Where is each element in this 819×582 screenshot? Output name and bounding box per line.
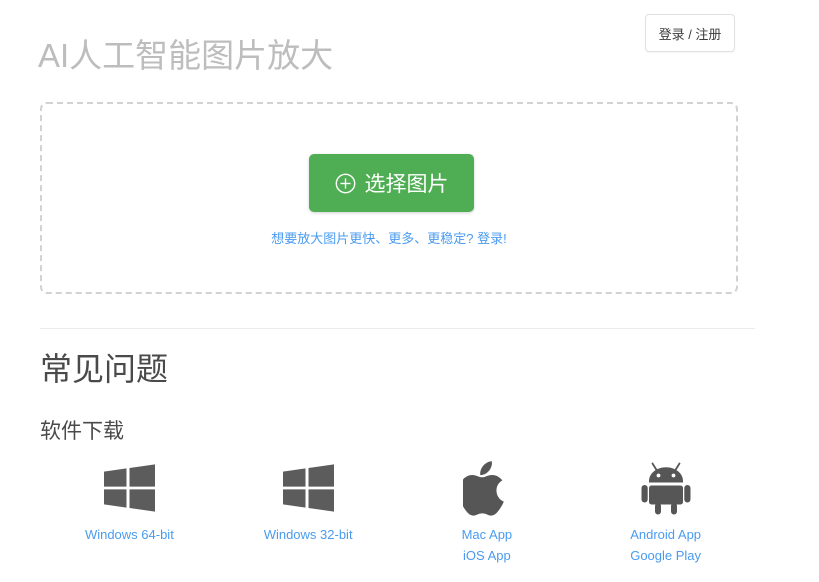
download-link[interactable]: iOS App [463, 548, 511, 563]
download-links-windows-32: Windows 32-bit [264, 527, 353, 542]
windows-logo-icon [281, 460, 336, 516]
login-register-label: 登录 / 注册 [658, 26, 722, 42]
page-root: AI人工智能图片放大 登录 / 注册 选择图片 想要放大图片更快、更多、更稳定?… [0, 0, 819, 582]
download-item-windows-64: Windows 64-bit [40, 460, 219, 578]
download-links-windows-64: Windows 64-bit [85, 527, 174, 542]
select-image-button[interactable]: 选择图片 [309, 154, 474, 212]
download-item-apple: Mac App iOS App [398, 460, 577, 578]
download-link[interactable]: Windows 64-bit [85, 527, 174, 542]
page-header: AI人工智能图片放大 登录 / 注册 [0, 0, 819, 78]
faq-heading: 常见问题 [40, 351, 169, 387]
windows-logo-icon [102, 460, 157, 516]
software-downloads-heading: 软件下载 [40, 420, 124, 443]
android-logo-icon [640, 460, 692, 516]
download-link[interactable]: Google Play [630, 548, 701, 563]
page-title: AI人工智能图片放大 [38, 37, 334, 75]
section-divider [40, 328, 755, 329]
download-link[interactable]: Android App [630, 527, 701, 542]
image-dropzone[interactable]: 选择图片 想要放大图片更快、更多、更稳定? 登录! [40, 102, 738, 294]
download-links-android: Android App Google Play [630, 527, 701, 563]
plus-circle-icon [335, 173, 356, 194]
apple-logo-icon [462, 460, 511, 516]
login-register-button[interactable]: 登录 / 注册 [645, 14, 735, 52]
download-link[interactable]: Windows 32-bit [264, 527, 353, 542]
upsell-login-link[interactable]: 想要放大图片更快、更多、更稳定? 登录! [42, 228, 736, 247]
download-item-windows-32: Windows 32-bit [219, 460, 398, 578]
select-image-label: 选择图片 [364, 173, 449, 196]
downloads-grid: Windows 64-bit Windows 32-bit Mac App iO… [40, 460, 755, 578]
download-link[interactable]: Mac App [462, 527, 513, 542]
download-links-apple: Mac App iOS App [462, 527, 513, 563]
download-item-android: Android App Google Play [576, 460, 755, 578]
